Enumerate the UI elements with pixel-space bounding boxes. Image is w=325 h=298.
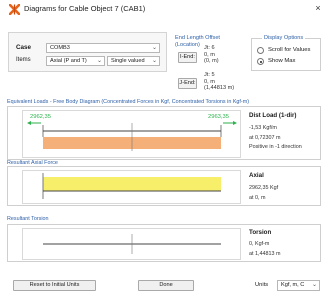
axial-value: 2962,35 Kgf: [249, 185, 279, 191]
axial-values: 2962,35 Kgf at 0, m: [249, 184, 278, 203]
chevron-down-icon: ⌄: [151, 45, 157, 51]
units-label: Units: [255, 282, 269, 288]
torsion-svg: [43, 234, 221, 254]
j-end-offset: 0, m: [204, 78, 215, 85]
items-value: Axial (P and T): [50, 58, 87, 64]
units-dropdown[interactable]: Kgf, m, C ⌄: [277, 280, 320, 291]
j-end-values: Jt: 5 0, m (1,44813 m): [204, 72, 234, 92]
chevron-down-icon: ⌄: [311, 282, 317, 288]
scroll-for-values-radio[interactable]: [257, 47, 264, 54]
i-end-location: (0, m): [204, 58, 219, 65]
i-end-values: Jt: 6 0, m (0, m): [204, 45, 219, 65]
torsion-value: 0, Kgf-m: [249, 241, 270, 247]
torsion-location: at 1,44813 m: [249, 250, 281, 257]
display-options-title: Display Options: [262, 35, 306, 41]
chevron-down-icon: ⌄: [96, 58, 102, 64]
right-force-value: 2963,35: [208, 114, 229, 120]
j-end-button[interactable]: J-End:: [178, 78, 197, 89]
dist-load-location: at 0,72307 m: [249, 134, 281, 141]
app-icon: [9, 4, 20, 15]
reset-units-button[interactable]: Reset to Initial Units: [13, 280, 96, 291]
left-force-value: 2962,35: [30, 114, 51, 120]
i-end-offset: 0, m: [204, 51, 215, 58]
items-label: Items: [16, 57, 31, 63]
items-dropdown[interactable]: Axial (P and T) ⌄: [46, 56, 105, 66]
dist-load-heading: Dist Load (1-dir): [249, 112, 297, 119]
free-body-diagram: 2962,35 2963,35: [22, 110, 241, 158]
axial-location: at 0, m: [249, 194, 266, 201]
show-max-label: Show Max: [268, 58, 296, 64]
torsion-diagram: [22, 228, 241, 260]
chevron-down-icon: ⌄: [151, 58, 157, 64]
i-end-button[interactable]: I-End:: [178, 52, 197, 63]
title-bar: Diagrams for Cable Object 7 (CAB1) ×: [0, 0, 325, 18]
done-button[interactable]: Done: [138, 280, 194, 291]
show-max-radio[interactable]: [257, 58, 264, 65]
torsion-values: 0, Kgf-m at 1,44813 m: [249, 240, 280, 259]
case-dropdown[interactable]: COMB3 ⌄: [46, 43, 160, 53]
left-force-arrowhead: [27, 121, 31, 125]
close-icon[interactable]: ×: [312, 2, 324, 14]
scroll-for-values-label: Scroll for Values: [268, 47, 311, 53]
dist-load-direction: Positive in -1 direction: [249, 144, 302, 150]
mode-value: Single valued: [111, 58, 145, 64]
torsion-heading: Torsion: [249, 229, 272, 236]
display-options-group: [251, 38, 321, 71]
axial-heading: Axial: [249, 172, 264, 179]
axial-diagram: [22, 170, 241, 204]
j-end-joint: Jt: 5: [204, 72, 215, 78]
equivalent-loads-title: Equivalent Loads - Free Body Diagram (Co…: [7, 99, 249, 105]
axial-force-fill: [43, 177, 221, 191]
mode-dropdown[interactable]: Single valued ⌄: [107, 56, 160, 66]
j-end-location: (1,44813 m): [204, 85, 235, 92]
case-label: Case: [16, 44, 32, 51]
window-title: Diagrams for Cable Object 7 (CAB1): [24, 4, 146, 13]
axial-svg: [42, 173, 221, 199]
i-end-joint: Jt: 6: [204, 45, 215, 51]
dist-load-values: -1,53 Kgf/m at 0,72307 m Positive in -1 …: [249, 124, 302, 153]
resultant-torsion-title: Resultant Torsion: [7, 216, 49, 222]
case-value: COMB3: [50, 45, 70, 51]
units-value: Kgf, m, C: [281, 282, 305, 288]
right-force-arrowhead: [233, 121, 237, 125]
dist-load-value: -1,53 Kgf/m: [249, 125, 277, 131]
